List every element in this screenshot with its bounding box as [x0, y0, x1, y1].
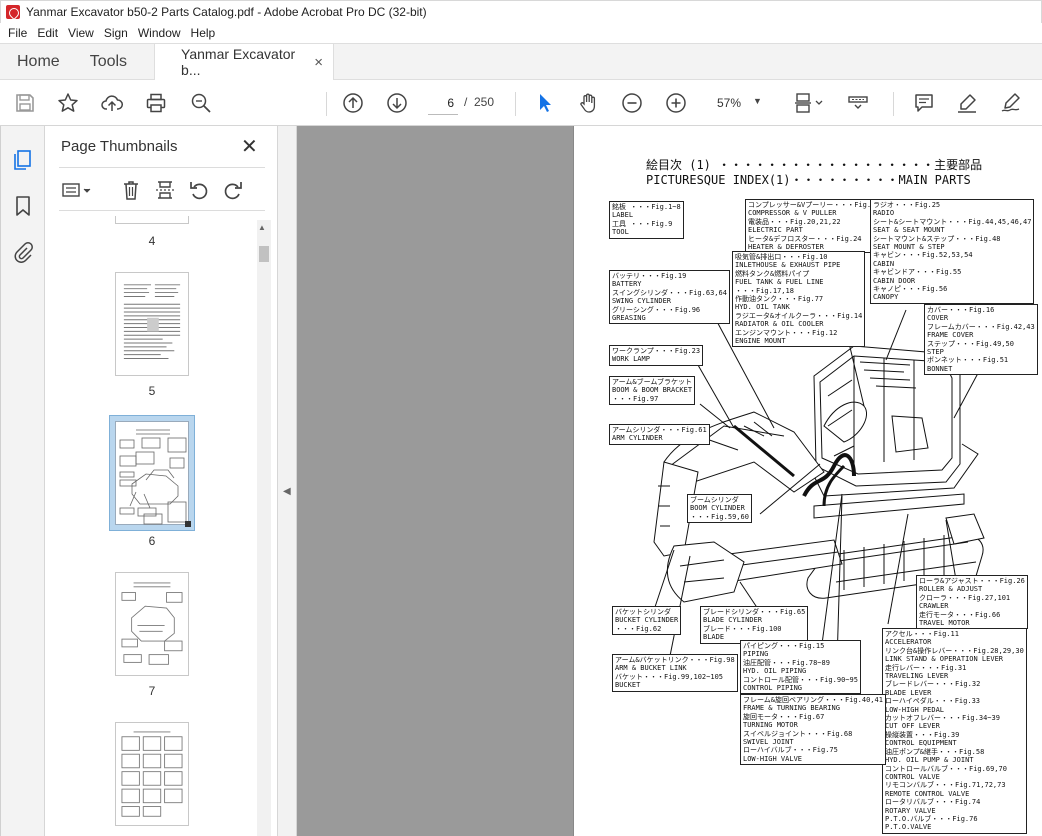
thumbnail-list: 4 5 6 7 — [59, 216, 255, 836]
main-toolbar: / 250 57% ▼ — [0, 80, 1042, 126]
menu-sign[interactable]: Sign — [99, 26, 133, 40]
page-layout-icon[interactable] — [792, 91, 826, 115]
thumbnail-options-icon[interactable] — [59, 178, 95, 202]
page-thumbnails-icon[interactable] — [12, 148, 34, 172]
tab-bar: Home Tools Yanmar Excavator b... × — [0, 43, 1042, 80]
callout-arm-bucket: アーム&バケットリンク・・・Fig.98 ARM & BUCKET LINK バ… — [612, 654, 738, 692]
zoom-in-icon[interactable] — [664, 91, 688, 115]
window-title: Yanmar Excavator b50-2 Parts Catalog.pdf… — [26, 5, 427, 19]
tab-tools[interactable]: Tools — [75, 44, 142, 79]
comment-icon[interactable] — [912, 91, 936, 115]
menu-bar: File Edit View Sign Window Help — [0, 23, 1042, 43]
panel-divider — [59, 167, 265, 168]
thumbnail-scrollbar-thumb[interactable] — [259, 246, 269, 262]
zoom-search-icon[interactable] — [189, 91, 213, 115]
thumbnail-page[interactable] — [115, 722, 189, 826]
document-tab-label: Yanmar Excavator b... — [181, 46, 296, 78]
menu-window[interactable]: Window — [133, 26, 186, 40]
callout-piping: パイピング・・・Fig.15 PIPING 油圧配管・・・Fig.78~89 H… — [740, 640, 861, 695]
save-icon[interactable] — [13, 91, 37, 115]
callout-canopy: ラジオ・・・Fig.25 RADIO シート&シートマウント・・・Fig.44,… — [870, 199, 1035, 304]
callout-frame-turning: フレーム&旋回ベアリング・・・Fig.40,41 FRAME & TURNING… — [740, 694, 886, 766]
pdf-page[interactable]: 絵目次 (1) ・・・・・・・・・・・・・・・・・・主要部品 PICTURESQ… — [573, 126, 1042, 836]
document-background — [297, 126, 573, 836]
thumbnail-label: 6 — [148, 534, 156, 548]
delete-page-icon[interactable] — [119, 178, 143, 202]
thumbnail-resize-handle[interactable] — [185, 521, 191, 527]
callout-bucket-cylinder: バケットシリンダ BUCKET CYLINDER ・・・Fig.62 — [612, 606, 682, 636]
callout-boom-cylinder: ブームシリンダ BOOM CYLINDER ・・・Fig.59,60 — [687, 494, 752, 524]
total-pages: 250 — [474, 95, 495, 109]
attachments-icon[interactable] — [12, 240, 34, 264]
page-heading-en: PICTURESQUE INDEX(1)・・・・・・・・・MAIN PARTS — [646, 173, 971, 187]
thumbnail-page[interactable] — [115, 272, 189, 376]
hand-tool-icon[interactable] — [576, 91, 600, 115]
zoom-dropdown-icon[interactable]: ▼ — [753, 96, 762, 106]
zoom-out-icon[interactable] — [620, 91, 644, 115]
toolbar-divider — [893, 92, 894, 116]
title-bar: Yanmar Excavator b50-2 Parts Catalog.pdf… — [0, 0, 1042, 23]
panel-splitter[interactable]: ◀ — [278, 126, 297, 836]
print-icon[interactable] — [144, 91, 168, 115]
upload-cloud-icon[interactable] — [100, 91, 124, 115]
thumbnail-scrollbar[interactable] — [257, 220, 271, 836]
callout-inlet-exhaust: 吸気管&排出口・・・Fig.10 INLETHOUSE & EXHAUST PI… — [732, 251, 866, 348]
extract-page-icon[interactable] — [153, 178, 177, 202]
callout-boom-bracket: アーム&ブームブラケット BOOM & BOOM BRACKET ・・・Fig.… — [609, 376, 696, 406]
panel-title: Page Thumbnails — [61, 138, 178, 155]
highlight-pen-icon[interactable] — [955, 91, 979, 115]
callout-compressor: コンプレッサー&Vプーリー・・・Fig.13 COMPRESSOR & V PU… — [745, 199, 883, 254]
callout-cover: カバー・・・Fig.16 COVER フレームカバー・・・Fig.42,43 F… — [924, 304, 1038, 376]
thumbnail-page-selected[interactable] — [109, 415, 195, 531]
panel-divider — [59, 210, 265, 211]
callout-arm-cylinder: アームシリンダ・・・Fig.61 ARM CYLINDER — [609, 424, 710, 445]
close-panel-icon[interactable]: ✕ — [241, 134, 258, 159]
bookmark-star-icon[interactable] — [56, 91, 80, 115]
close-tab-icon[interactable]: × — [314, 54, 323, 71]
previous-page-icon[interactable] — [341, 91, 365, 115]
menu-view[interactable]: View — [63, 26, 99, 40]
callout-accelerator-controls: アクセル・・・Fig.11 ACCELERATOR リンク台&操作レバー・・・F… — [882, 628, 1027, 834]
collapse-panel-icon[interactable]: ◀ — [283, 486, 291, 497]
page-separator: / — [464, 95, 468, 109]
scrolling-mode-icon[interactable] — [846, 91, 870, 115]
tab-home[interactable]: Home — [0, 44, 75, 79]
thumbnail-page[interactable] — [115, 216, 189, 224]
thumbnail-page[interactable] — [115, 572, 189, 676]
thumbnail-label: 5 — [148, 384, 156, 398]
rotate-cw-icon[interactable] — [221, 178, 245, 202]
page-thumbnails-panel: Page Thumbnails ✕ 4 5 6 7 ▲ — [45, 126, 278, 836]
menu-help[interactable]: Help — [186, 26, 221, 40]
select-cursor-icon[interactable] — [533, 91, 557, 115]
fill-sign-icon[interactable] — [999, 91, 1023, 115]
callout-blade-cylinder: ブレードシリンダ・・・Fig.65 BLADE CYLINDER ブレード・・・… — [700, 606, 809, 644]
scroll-up-arrow-icon[interactable]: ▲ — [258, 223, 266, 232]
thumbnail-label: 4 — [148, 234, 156, 248]
rotate-ccw-icon[interactable] — [187, 178, 211, 202]
next-page-icon[interactable] — [385, 91, 409, 115]
callout-battery: バッテリ・・・Fig.19 BATTERY スイングシリンダ・・・Fig.63,… — [609, 270, 730, 325]
page-number-input[interactable] — [428, 91, 458, 115]
bookmarks-icon[interactable] — [12, 194, 34, 218]
callout-work-lamp: ワークランプ・・・Fig.23 WORK LAMP — [609, 345, 704, 366]
toolbar-divider — [515, 92, 516, 116]
menu-edit[interactable]: Edit — [32, 26, 63, 40]
callout-roller-crawler: ローラ&アジャスト・・・Fig.26 ROLLER & ADJUST クローラ・… — [916, 575, 1028, 630]
left-tool-strip — [0, 126, 45, 836]
acrobat-logo-icon — [6, 5, 20, 19]
thumbnail-label: 7 — [148, 684, 156, 698]
toolbar-divider — [326, 92, 327, 116]
menu-file[interactable]: File — [3, 26, 32, 40]
callout-label-tool: 銘板 ・・・Fig.1~8 LABEL 工具 ・・・Fig.9 TOOL — [609, 201, 684, 239]
tab-document[interactable]: Yanmar Excavator b... × — [154, 44, 335, 80]
